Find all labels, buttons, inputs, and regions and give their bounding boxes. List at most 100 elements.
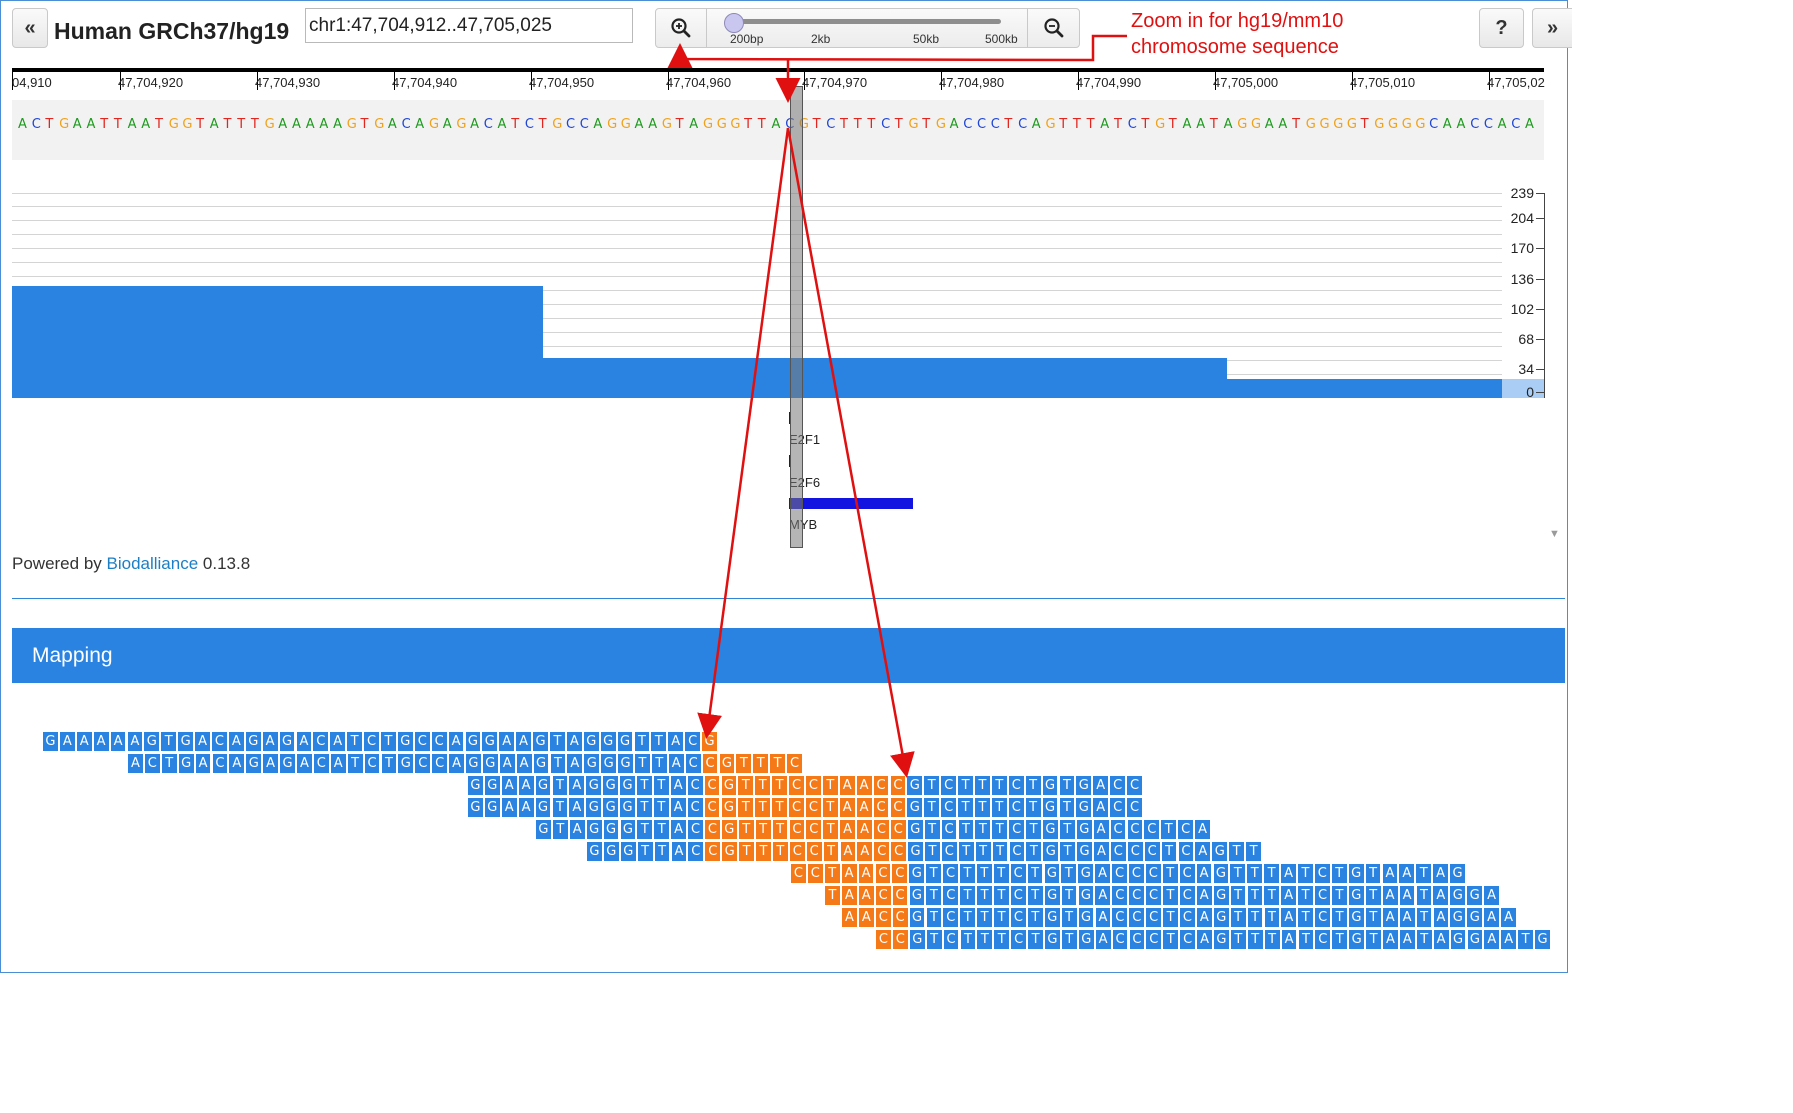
read-base: C <box>942 929 960 950</box>
read-base: T <box>1026 885 1044 906</box>
read-base: T <box>974 797 991 818</box>
read-base: A <box>448 753 465 774</box>
read-base: A <box>1092 797 1110 818</box>
read-base: C <box>1179 907 1196 928</box>
back-button[interactable]: « <box>12 8 48 48</box>
read-base: T <box>1297 885 1315 906</box>
read-base: C <box>684 753 702 774</box>
read-base: C <box>788 841 806 862</box>
read-base: C <box>1111 907 1129 928</box>
read-base: A <box>1196 929 1213 950</box>
read-base: G <box>467 797 484 818</box>
sequence-base: G <box>620 117 631 132</box>
sequence-base: G <box>552 117 563 132</box>
read-base: G <box>481 731 499 752</box>
read-base: A <box>857 885 875 906</box>
read-base: C <box>875 929 892 950</box>
read-base: T <box>754 797 772 818</box>
sequence-base: A <box>470 117 479 132</box>
read-base: C <box>684 731 702 752</box>
sequence-base: T <box>1168 117 1177 132</box>
read-base: T <box>822 841 840 862</box>
read-base: T <box>974 819 992 840</box>
read-base: G <box>177 753 195 774</box>
read-base: G <box>619 797 636 818</box>
read-base: C <box>1128 929 1146 950</box>
read-base: C <box>874 863 892 884</box>
read-base: C <box>686 775 704 796</box>
sequence-base: G <box>716 117 727 132</box>
read-base: T <box>1297 907 1315 928</box>
zoom-slider-track[interactable] <box>733 19 1001 24</box>
coverage-axis-label: 102 <box>1510 301 1534 317</box>
read-base: G <box>1077 863 1095 884</box>
read-base: G <box>464 731 482 752</box>
sequence-base: A <box>1278 117 1288 132</box>
zoom-out-button[interactable] <box>1027 8 1080 48</box>
read-base: C <box>1177 841 1195 862</box>
read-base: A <box>447 731 465 752</box>
read-base: C <box>891 929 909 950</box>
read-base: C <box>1111 929 1129 950</box>
read-base: C <box>1143 819 1161 840</box>
read-base: G <box>616 731 634 752</box>
read-base: A <box>841 907 858 928</box>
read-base: T <box>1058 775 1076 796</box>
read-base: C <box>891 863 909 884</box>
read-base: C <box>312 731 330 752</box>
sequence-base: A <box>278 117 288 132</box>
read-base: A <box>1280 929 1298 950</box>
read-base: A <box>75 731 93 752</box>
location-input[interactable] <box>305 8 633 43</box>
read-base: G <box>483 775 501 796</box>
scroll-down-icon[interactable]: ▼ <box>1549 528 1560 540</box>
read-base: C <box>1177 819 1195 840</box>
read-base: T <box>923 797 941 818</box>
read-base: T <box>992 863 1010 884</box>
biodalliance-link[interactable]: Biodalliance <box>107 554 199 573</box>
read-base: A <box>127 753 144 774</box>
read-base: C <box>805 841 823 862</box>
read-base: T <box>771 841 789 862</box>
read-base: C <box>1008 819 1026 840</box>
read-base: A <box>838 797 856 818</box>
read-base: G <box>721 841 739 862</box>
read-base: G <box>602 797 620 818</box>
read-base: G <box>908 907 926 928</box>
sequence-base: G <box>1374 117 1385 132</box>
read-base: G <box>585 775 603 796</box>
read-base: T <box>1415 929 1433 950</box>
zoom-tick-label: 50kb <box>913 32 940 46</box>
read-base: G <box>1213 929 1230 950</box>
read-base: A <box>568 775 586 796</box>
read-base: G <box>245 753 263 774</box>
zoom-slider-handle[interactable] <box>724 13 744 33</box>
read-base: G <box>1043 885 1061 906</box>
read-base: G <box>906 797 924 818</box>
read-base: G <box>1449 929 1467 950</box>
read-base: C <box>414 753 432 774</box>
read-base: G <box>1347 863 1365 884</box>
sequence-base: A <box>593 117 603 132</box>
sequence-base: T <box>812 117 821 132</box>
read-base: T <box>652 775 670 796</box>
feature-bar[interactable] <box>789 498 913 509</box>
zoom-in-button[interactable] <box>655 8 707 48</box>
forward-button[interactable]: » <box>1532 8 1572 48</box>
read-base: T <box>1060 929 1078 950</box>
sequence-base: T <box>744 117 753 132</box>
help-button[interactable]: ? <box>1479 8 1524 48</box>
read-base: A <box>194 753 212 774</box>
read-base: A <box>1500 929 1518 950</box>
read-base: T <box>1060 907 1078 928</box>
read-base: A <box>856 841 874 862</box>
coverage-bar <box>543 358 1227 398</box>
read-base: T <box>1415 907 1433 928</box>
read-base: C <box>1109 841 1127 862</box>
read-base: C <box>1145 885 1162 906</box>
sequence-base: A <box>305 117 315 132</box>
grid-line <box>12 234 1502 235</box>
read-base: G <box>1466 929 1484 950</box>
read-base: T <box>549 753 567 774</box>
read-base: C <box>211 753 229 774</box>
